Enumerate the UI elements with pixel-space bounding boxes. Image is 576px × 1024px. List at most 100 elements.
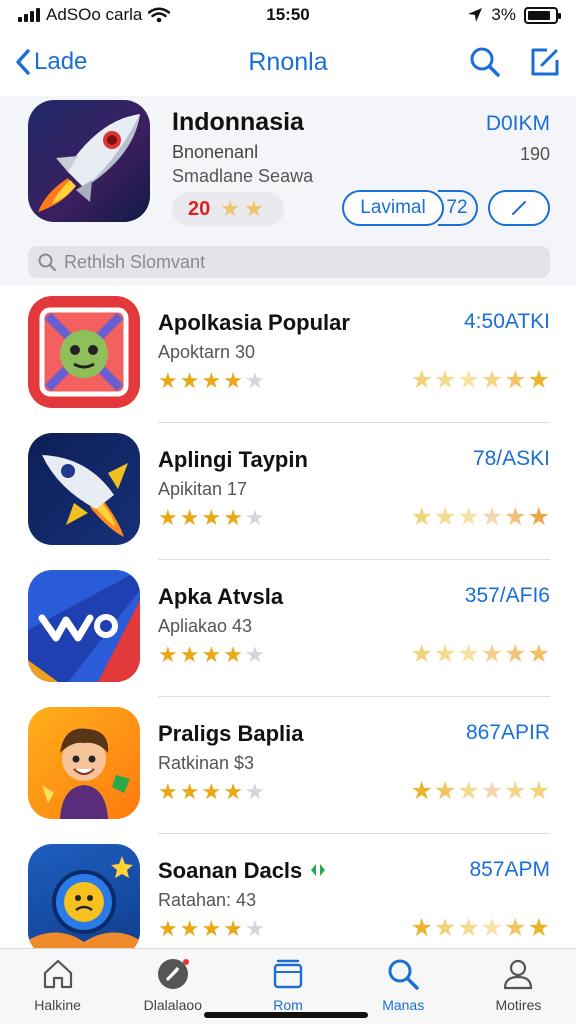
featured-app-name: Indonnasia [172, 108, 304, 136]
app-subtitle: Apoktarn 30 [158, 342, 256, 362]
list-item[interactable]: Praligs Baplia Ratkinan $3 867APIR ★ ★ ★ ★ ★… [0, 697, 576, 834]
star-icon: ★ [223, 916, 243, 941]
app-name-text: Soanan Dacls [158, 858, 303, 883]
carrier-label: AdSOo carla [46, 5, 143, 24]
app-subtitle: Ratahan: 43 [158, 890, 257, 910]
tab-label: Dlalalaoo [143, 997, 202, 1013]
featured-app-price: D0IKM [485, 112, 550, 135]
star-icon: ★ [527, 503, 550, 531]
app-name: Apka Atvsla [158, 584, 284, 609]
tab-label: Rom [273, 997, 303, 1013]
star-icon: ★ [244, 505, 265, 530]
star-icon: ★ [457, 777, 480, 805]
star-icon: ★ [433, 914, 457, 942]
location-arrow-icon [468, 8, 483, 22]
compose-button[interactable] [528, 45, 562, 79]
star-icon: ★ [201, 505, 222, 530]
app-price: 857APM [469, 858, 550, 881]
signal-icon [18, 8, 40, 22]
battery-percent: 3% [491, 5, 516, 24]
abstract-letter-icon [28, 570, 140, 682]
install-count: 72 [438, 190, 478, 226]
star-icon: ★ [504, 777, 527, 805]
star-icon: ★ [433, 777, 457, 805]
star-icon: ★ [244, 642, 265, 667]
search-icon [470, 47, 500, 77]
star-icon: ★ [179, 642, 200, 667]
star-icon: ★ [504, 640, 527, 668]
status-bar: AdSOo carla 15:50 3% [0, 0, 576, 30]
star-icon: ★ [433, 503, 457, 531]
list-item[interactable]: Aplingi Taypin Apikitan 17 78/ASKI ★ ★ ★ ★ ★… [0, 423, 576, 560]
more-button[interactable] [488, 190, 550, 226]
star-icon: ★ [158, 368, 178, 393]
tab-label: Manas [382, 997, 425, 1013]
star-icon: ★ [223, 505, 243, 530]
search-icon [38, 253, 56, 271]
star-icon: ★ [223, 368, 243, 393]
app-subtitle: Ratkinan $3 [158, 753, 255, 773]
featured-app-subtitle: Bnonenanl [172, 142, 259, 162]
app-rating-stars: ★ ★ ★ ★ ★ [158, 370, 265, 392]
star-icon: ★ [223, 779, 243, 804]
star-icon: ★ [457, 503, 480, 531]
star-icon: ★ [457, 640, 480, 668]
app-price: 78/ASKI [472, 447, 550, 470]
featured-app-card[interactable]: Indonnasia Bnonenanl Smadlane Seawa D0IK… [0, 96, 576, 286]
featured-app-developer: Smadlane Seawa [172, 166, 314, 186]
star-icon: ★ [244, 368, 265, 393]
back-button[interactable]: Lade [14, 48, 87, 76]
app-name: Praligs Baplia [158, 721, 304, 746]
app-rating-stars: ★ ★ ★ ★ ★ [158, 507, 265, 529]
star-icon: ★ [480, 503, 504, 531]
install-button[interactable]: Lavimal [342, 190, 444, 226]
star-icon: ★ [201, 368, 222, 393]
person-icon [504, 959, 533, 990]
star-icon: ★ [457, 914, 480, 942]
star-icon: ★ [410, 914, 433, 942]
cartoon-boy-icon [28, 707, 140, 819]
tab-home[interactable]: Halkine [0, 949, 115, 1024]
star-icon: ★ [410, 503, 433, 531]
star-icon: ★ [457, 366, 480, 394]
app-review-stars: ★ ★ ★ ★ ★ ★ [410, 505, 550, 530]
back-label: Lade [34, 48, 88, 75]
featured-rating-value: 20 [188, 197, 211, 220]
star-icon: ★ [433, 366, 457, 394]
star-icon: ★ [179, 779, 200, 804]
home-icon [43, 959, 72, 989]
star-icon: ★ [201, 916, 222, 941]
featured-rating-badge: 20 ★ ★ [172, 192, 284, 226]
app-price: 357/AFI6 [464, 584, 550, 607]
app-name: Soanan Dacls [158, 858, 328, 884]
search-placeholder: Rethlsh Slomvant [64, 251, 206, 272]
star-icon: ★ [243, 196, 264, 221]
app-review-stars: ★ ★ ★ ★ ★ ★ [410, 642, 550, 667]
list-item[interactable]: Apolkasia Popular Apoktarn 30 4:50ATKI ★… [0, 286, 576, 423]
tab-profile[interactable]: Motires [461, 949, 576, 1024]
app-price: 4:50ATKI [464, 310, 550, 333]
app-price: 867APIR [465, 721, 550, 744]
rocket-icon [28, 100, 150, 222]
app-subtitle: Apikitan 17 [158, 479, 248, 499]
star-icon: ★ [480, 777, 504, 805]
star-icon: ★ [480, 640, 504, 668]
leaf-badge-icon [311, 864, 326, 876]
star-icon: ★ [244, 916, 265, 941]
home-indicator[interactable] [204, 1012, 368, 1018]
star-icon: ★ [158, 505, 178, 530]
search-button[interactable] [468, 45, 502, 79]
wifi-icon [148, 7, 171, 23]
star-icon: ★ [158, 642, 178, 667]
alien-face-icon [28, 296, 140, 408]
tab-label: Halkine [34, 997, 81, 1013]
app-review-stars: ★ ★ ★ ★ ★ ★ [410, 368, 550, 393]
star-icon: ★ [179, 916, 200, 941]
star-icon: ★ [480, 914, 504, 942]
star-icon: ★ [179, 505, 200, 530]
star-icon: ★ [410, 366, 433, 394]
search-field[interactable]: Rethlsh Slomvant [28, 246, 550, 278]
battery-icon [524, 6, 561, 24]
app-rating-stars: ★ ★ ★ ★ ★ [158, 918, 265, 940]
list-item[interactable]: Apka Atvsla Apliakao 43 357/AFI6 ★ ★ ★ ★ ★ ★… [0, 560, 576, 697]
